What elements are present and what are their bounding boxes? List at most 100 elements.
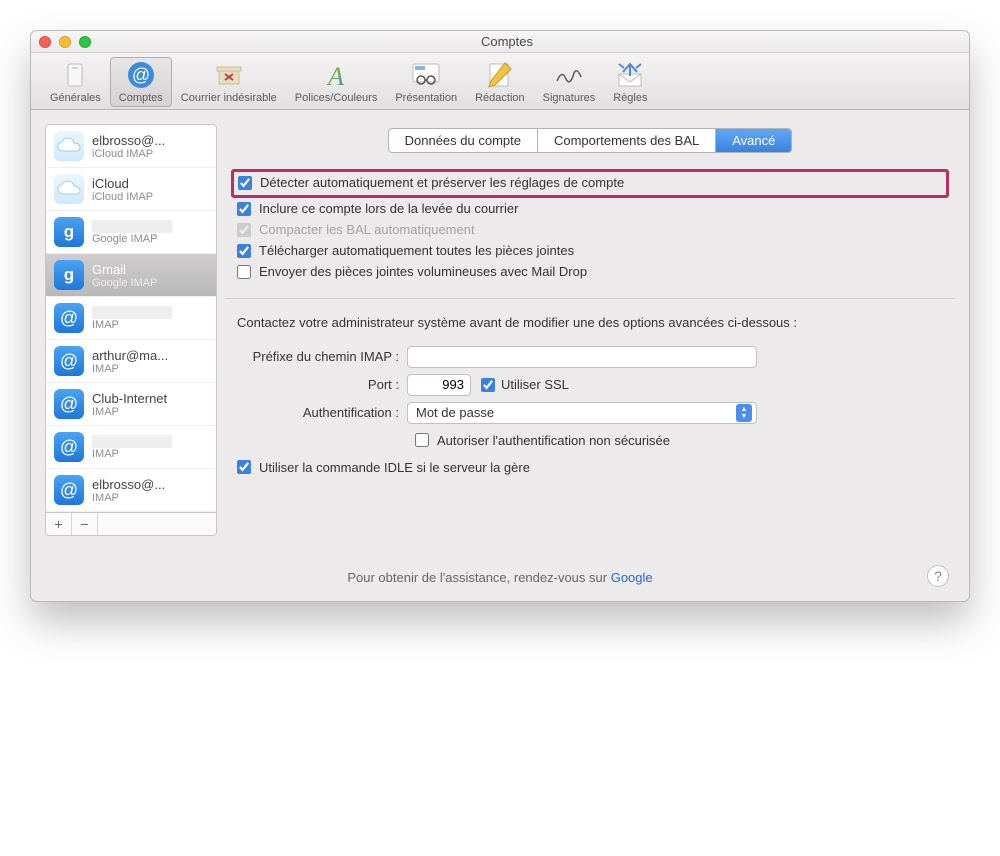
tab-advanced[interactable]: Avancé	[716, 129, 791, 152]
minimize-window-button[interactable]	[59, 36, 71, 48]
imap-prefix-input[interactable]	[407, 346, 757, 368]
toolbar-label: Polices/Couleurs	[295, 92, 378, 104]
help-button[interactable]: ?	[927, 565, 949, 587]
option-label: Compacter les BAL automatiquement	[259, 222, 475, 237]
google-icon: g	[54, 260, 84, 290]
toolbar-label: Rédaction	[475, 92, 525, 104]
unsecure-auth-checkbox[interactable]	[415, 433, 429, 447]
preferences-window: Comptes Générales @ Comptes Courrier ind…	[30, 30, 970, 602]
account-sub: Google IMAP	[92, 233, 172, 245]
idle-checkbox[interactable]	[237, 460, 251, 474]
auth-value: Mot de passe	[416, 405, 494, 420]
account-sub: IMAP	[92, 363, 168, 375]
detect-checkbox[interactable]	[238, 176, 252, 190]
account-sub: iCloud IMAP	[92, 191, 153, 203]
tab-mailbox-behaviors[interactable]: Comportements des BAL	[538, 129, 716, 152]
auth-label: Authentification :	[237, 405, 407, 420]
toolbar-signatures[interactable]: Signatures	[534, 57, 605, 107]
toolbar: Générales @ Comptes Courrier indésirable…	[31, 53, 969, 110]
imap-prefix-label: Préfixe du chemin IMAP :	[237, 349, 407, 364]
accounts-sidebar: elbrosso@...iCloud IMAPiCloudiCloud IMAP…	[45, 124, 217, 536]
advanced-note: Contactez votre administrateur système a…	[237, 315, 943, 332]
footer-link[interactable]: Google	[611, 570, 653, 585]
segment-control: Données du compte Comportements des BAL …	[388, 128, 793, 153]
composing-icon	[483, 60, 517, 90]
accounts-icon: @	[124, 60, 158, 90]
titlebar: Comptes	[31, 31, 969, 53]
detail-panel: Données du compte Comportements des BAL …	[225, 124, 955, 536]
option-label: Télécharger automatiquement toutes les p…	[259, 243, 574, 258]
toolbar-viewing[interactable]: Présentation	[386, 57, 466, 107]
download-checkbox[interactable]	[237, 244, 251, 258]
toolbar-junk[interactable]: Courrier indésirable	[172, 57, 286, 107]
account-sub: iCloud IMAP	[92, 148, 165, 160]
port-input[interactable]	[407, 374, 471, 396]
at-icon: @	[54, 389, 84, 419]
viewing-icon	[409, 60, 443, 90]
account-sub: Google IMAP	[92, 277, 157, 289]
ssl-checkbox[interactable]	[481, 378, 495, 392]
unsecure-label: Autoriser l'authentification non sécuris…	[437, 433, 670, 448]
idle-label: Utiliser la commande IDLE si le serveur …	[259, 460, 530, 475]
footer-text: Pour obtenir de l'assistance, rendez-vou…	[347, 570, 610, 585]
rules-icon	[613, 60, 647, 90]
auth-select[interactable]: Mot de passe ▲▼	[407, 402, 757, 424]
sidebar-account[interactable]: @Club-InternetIMAP	[46, 383, 216, 426]
toolbar-composing[interactable]: Rédaction	[466, 57, 534, 107]
remove-account-button[interactable]: −	[72, 513, 98, 535]
fonts-icon: A	[319, 60, 353, 90]
toolbar-label: Générales	[50, 92, 101, 104]
at-icon: @	[54, 432, 84, 462]
chevron-updown-icon: ▲▼	[736, 404, 752, 422]
account-sub: IMAP	[92, 448, 172, 460]
account-name: arthur@ma...	[92, 348, 168, 363]
account-name	[92, 306, 172, 319]
account-sub: IMAP	[92, 492, 165, 504]
sidebar-account[interactable]: iCloudiCloud IMAP	[46, 168, 216, 211]
svg-text:@: @	[132, 65, 150, 85]
option-label: Envoyer des pièces jointes volumineuses …	[259, 264, 587, 279]
toolbar-rules[interactable]: Règles	[604, 57, 656, 107]
account-name: elbrosso@...	[92, 477, 165, 492]
add-account-button[interactable]: +	[46, 513, 72, 535]
port-label: Port :	[237, 377, 407, 392]
account-name: iCloud	[92, 176, 153, 191]
maildrop-checkbox[interactable]	[237, 265, 251, 279]
include-checkbox[interactable]	[237, 202, 251, 216]
sidebar-account[interactable]: @arthur@ma...IMAP	[46, 340, 216, 383]
option-label: Inclure ce compte lors de la levée du co…	[259, 201, 518, 216]
window-title: Comptes	[101, 34, 961, 49]
toolbar-label: Présentation	[395, 92, 457, 104]
toolbar-general[interactable]: Générales	[41, 57, 110, 107]
toolbar-label: Signatures	[543, 92, 596, 104]
sidebar-account[interactable]: elbrosso@...iCloud IMAP	[46, 125, 216, 168]
icloud-icon	[54, 174, 84, 204]
toolbar-label: Courrier indésirable	[181, 92, 277, 104]
ssl-label: Utiliser SSL	[501, 377, 569, 392]
svg-text:A: A	[326, 62, 344, 89]
highlight-annotation: Détecter automatiquement et préserver le…	[231, 169, 949, 198]
zoom-window-button[interactable]	[79, 36, 91, 48]
sidebar-account[interactable]: @ elbrosso@...IMAP	[46, 469, 216, 512]
junk-icon	[212, 60, 246, 90]
at-icon: @	[54, 303, 84, 333]
toolbar-accounts[interactable]: @ Comptes	[110, 57, 172, 107]
general-icon	[58, 60, 92, 90]
close-window-button[interactable]	[39, 36, 51, 48]
account-name	[92, 220, 172, 233]
account-name	[92, 435, 172, 448]
account-name: elbrosso@...	[92, 133, 165, 148]
icloud-icon	[54, 131, 84, 161]
sidebar-account[interactable]: @ IMAP	[46, 426, 216, 469]
signatures-icon	[552, 60, 586, 90]
tab-account-info[interactable]: Données du compte	[389, 129, 538, 152]
at-icon: @	[54, 475, 84, 505]
toolbar-label: Comptes	[119, 92, 163, 104]
toolbar-fonts[interactable]: A Polices/Couleurs	[286, 57, 387, 107]
sidebar-account[interactable]: g Google IMAP	[46, 211, 216, 254]
account-name: Gmail	[92, 262, 157, 277]
sidebar-account[interactable]: g GmailGoogle IMAP	[46, 254, 216, 297]
account-name: Club-Internet	[92, 391, 167, 406]
sidebar-account[interactable]: @IMAP	[46, 297, 216, 340]
google-icon: g	[54, 217, 84, 247]
